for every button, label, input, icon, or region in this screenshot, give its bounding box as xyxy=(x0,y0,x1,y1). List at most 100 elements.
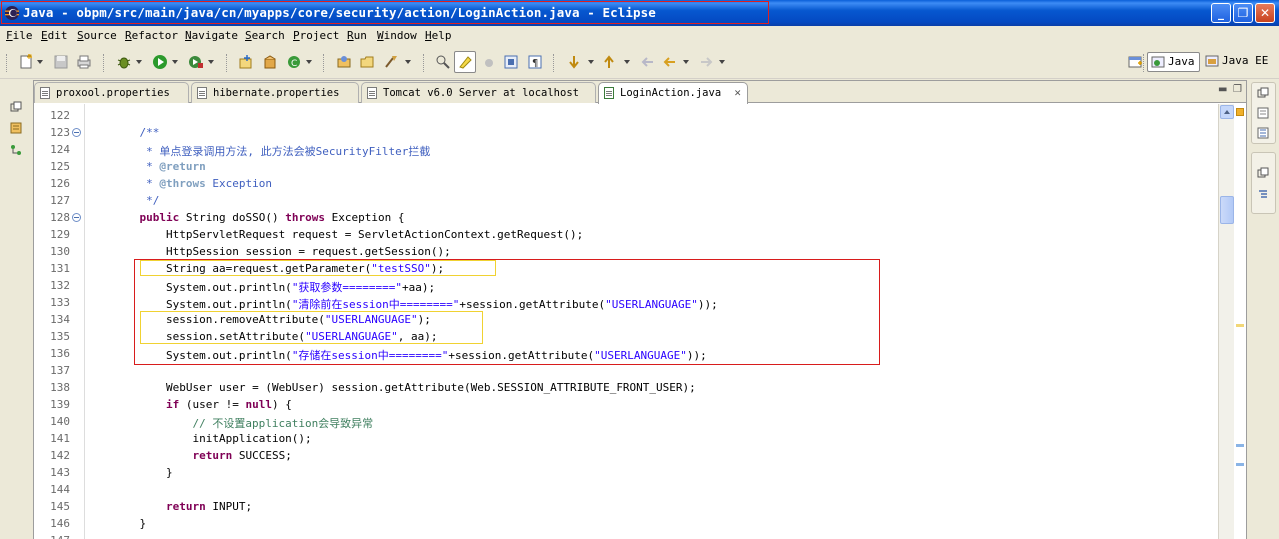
menu-project[interactable]: Project xyxy=(293,29,339,42)
tab-login-action-java[interactable]: LoginAction.java ✕ xyxy=(598,82,748,104)
search-dropdown-icon[interactable] xyxy=(405,60,411,64)
forward-icon[interactable] xyxy=(698,54,714,70)
vertical-scrollbar[interactable] xyxy=(1218,104,1234,539)
new-icon[interactable] xyxy=(18,54,34,70)
occurrence-marker[interactable] xyxy=(1236,463,1244,466)
new-class-icon[interactable]: C xyxy=(286,54,302,70)
scroll-thumb[interactable] xyxy=(1220,196,1234,224)
code-line: 147 xyxy=(34,532,1218,539)
task-list-icon[interactable] xyxy=(1257,107,1269,119)
keyword: if xyxy=(165,398,180,411)
print-icon[interactable] xyxy=(76,54,92,70)
restore-view-icon[interactable] xyxy=(1257,167,1269,179)
menu-run[interactable]: Run xyxy=(347,29,367,42)
run-icon[interactable] xyxy=(152,54,168,70)
last-edit-location-icon[interactable] xyxy=(640,54,656,70)
close-icon: ✕ xyxy=(1259,6,1271,20)
close-button[interactable]: ✕ xyxy=(1255,3,1275,23)
line-number: 144 xyxy=(50,483,70,496)
minimize-icon: _ xyxy=(1218,6,1224,20)
forward-dropdown-icon[interactable] xyxy=(719,60,725,64)
toggle-block-selection-icon[interactable] xyxy=(481,54,497,70)
package-explorer-icon[interactable] xyxy=(10,122,22,134)
back-dropdown-icon[interactable] xyxy=(683,60,689,64)
outline-icon[interactable] xyxy=(1257,189,1269,201)
perspective-java[interactable]: Java xyxy=(1147,52,1200,72)
perspective-java-ee[interactable]: Java EE xyxy=(1202,52,1272,72)
code-editor[interactable]: 122 123 /** 124 * 单点登录调用方法, 此方法会被Securit… xyxy=(34,104,1218,539)
code-text: if (user != null) { xyxy=(113,398,292,411)
open-task-icon[interactable] xyxy=(359,54,375,70)
tab-hibernate-properties[interactable]: hibernate.properties xyxy=(191,82,359,103)
save-icon[interactable] xyxy=(53,54,69,70)
restore-icon: ❐ xyxy=(1237,6,1249,20)
highlighter-icon xyxy=(459,56,472,69)
minimize-editor-icon[interactable]: ▬ xyxy=(1218,84,1227,95)
hierarchy-icon[interactable] xyxy=(10,144,22,156)
show-source-only-icon[interactable] xyxy=(503,54,519,70)
code-text: * @return xyxy=(113,160,206,173)
new-package-icon[interactable] xyxy=(262,54,278,70)
outline-view-icon[interactable] xyxy=(1257,127,1269,139)
left-trim-stack xyxy=(0,80,32,539)
occurrence-marker[interactable] xyxy=(1236,324,1244,327)
main-toolbar: C ¶ Java Java EE xyxy=(0,46,1279,79)
run-dropdown-icon[interactable] xyxy=(172,60,178,64)
new-class-dropdown-icon[interactable] xyxy=(306,60,312,64)
prev-annotation-dropdown-icon[interactable] xyxy=(624,60,630,64)
scroll-up-icon[interactable] xyxy=(1220,105,1234,119)
open-perspective-icon[interactable] xyxy=(1127,54,1143,70)
debug-icon[interactable] xyxy=(116,54,132,70)
show-whitespace-icon[interactable]: ¶ xyxy=(527,54,543,70)
prev-annotation-icon[interactable] xyxy=(601,54,617,70)
code-line: 124 * 单点登录调用方法, 此方法会被SecurityFilter拦截 xyxy=(34,141,1218,158)
menu-search[interactable]: Search xyxy=(245,29,285,42)
menu-bar: File Edit Source Refactor Navigate Searc… xyxy=(0,26,1279,46)
back-icon[interactable] xyxy=(662,54,678,70)
menu-window[interactable]: Window xyxy=(377,29,417,42)
code-text: /** xyxy=(113,126,160,139)
restore-view-icon[interactable] xyxy=(10,101,22,113)
close-tab-icon[interactable]: ✕ xyxy=(734,86,741,99)
line-number: 134 xyxy=(50,313,70,326)
minimize-button[interactable]: _ xyxy=(1211,3,1231,23)
menu-file[interactable]: File xyxy=(6,29,33,42)
next-annotation-icon[interactable] xyxy=(566,54,582,70)
external-tools-icon[interactable] xyxy=(188,54,204,70)
toolbar-separator xyxy=(103,54,105,72)
fold-toggle-icon[interactable] xyxy=(72,128,81,137)
line-number: 122 xyxy=(50,109,70,122)
new-java-project-icon[interactable] xyxy=(238,54,254,70)
new-dropdown-icon[interactable] xyxy=(37,60,43,64)
fold-toggle-icon[interactable] xyxy=(72,213,81,222)
code-text: initApplication(); xyxy=(113,432,312,445)
occurrence-marker[interactable] xyxy=(1236,444,1244,447)
toolbar-grip xyxy=(6,54,8,72)
menu-edit[interactable]: Edit xyxy=(41,29,68,42)
code-token: SUCCESS; xyxy=(232,449,292,462)
warning-summary-icon[interactable] xyxy=(1236,108,1244,116)
code-text: HttpServletRequest request = ServletActi… xyxy=(113,228,584,241)
javadoc-tag: @return xyxy=(159,160,206,173)
code-line: 143 } xyxy=(34,464,1218,481)
toggle-mark-occurrences-icon[interactable] xyxy=(435,54,451,70)
external-tools-dropdown-icon[interactable] xyxy=(208,60,214,64)
search-icon[interactable] xyxy=(383,54,399,70)
toggle-highlight-button[interactable] xyxy=(454,51,476,73)
toolbar-separator xyxy=(553,54,555,72)
tab-tomcat-server[interactable]: Tomcat v6.0 Server at localhost xyxy=(361,82,596,103)
menu-refactor[interactable]: Refactor xyxy=(125,29,178,42)
next-annotation-dropdown-icon[interactable] xyxy=(588,60,594,64)
debug-dropdown-icon[interactable] xyxy=(136,60,142,64)
menu-navigate[interactable]: Navigate xyxy=(185,29,238,42)
restore-view-icon[interactable] xyxy=(1257,87,1269,99)
file-icon xyxy=(197,87,207,99)
keyword: return xyxy=(192,449,233,462)
maximize-button[interactable]: ❐ xyxy=(1233,3,1253,23)
tab-proxool-properties[interactable]: proxool.properties xyxy=(34,82,189,103)
menu-help[interactable]: Help xyxy=(425,29,452,42)
maximize-editor-icon[interactable]: ❐ xyxy=(1233,84,1242,95)
menu-source[interactable]: Source xyxy=(77,29,117,42)
open-type-icon[interactable] xyxy=(336,54,352,70)
